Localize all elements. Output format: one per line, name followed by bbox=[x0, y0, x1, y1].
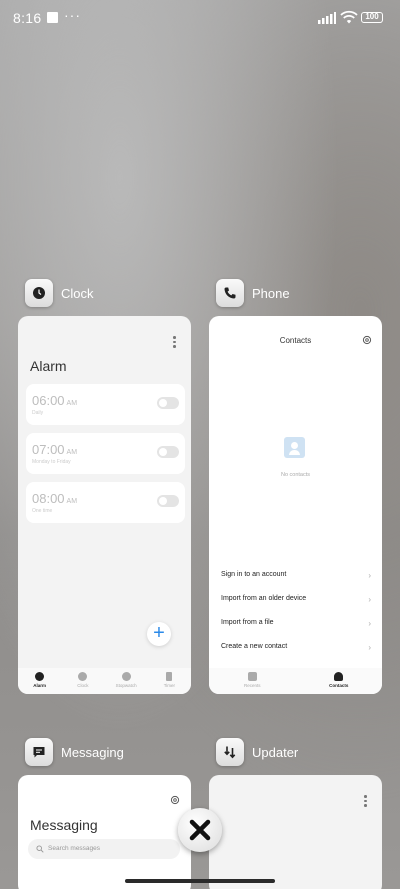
clear-all-button[interactable] bbox=[178, 808, 222, 852]
alarm-item[interactable]: 06:00 AM Daily bbox=[26, 384, 185, 425]
tab-label: Clock bbox=[77, 683, 89, 688]
search-icon bbox=[36, 845, 44, 853]
updater-app-icon bbox=[216, 738, 244, 766]
alarm-ampm: AM bbox=[66, 400, 78, 407]
option-import-file[interactable]: Import from a file › bbox=[221, 619, 371, 633]
more-options-icon[interactable] bbox=[364, 795, 368, 809]
settings-gear-icon[interactable] bbox=[170, 795, 180, 805]
messaging-title: Messaging bbox=[30, 817, 98, 833]
option-label: Import from an older device bbox=[221, 595, 307, 602]
clock-app-icon bbox=[25, 279, 53, 307]
alarm-repeat: One time bbox=[32, 508, 53, 514]
option-label: Create a new contact bbox=[221, 643, 288, 650]
alarm-item[interactable]: 07:00 AM Monday to Friday bbox=[26, 433, 185, 474]
option-import-older-device[interactable]: Import from an older device › bbox=[221, 595, 371, 609]
phone-handset-icon bbox=[247, 672, 257, 681]
person-icon bbox=[334, 672, 344, 681]
tab-label: Alarm bbox=[33, 683, 46, 688]
chevron-right-icon: › bbox=[368, 619, 371, 628]
close-icon bbox=[189, 819, 211, 841]
alarm-toggle[interactable] bbox=[157, 446, 179, 458]
app-header-updater[interactable]: Updater bbox=[216, 737, 298, 767]
no-contacts-text: No contacts bbox=[280, 472, 311, 478]
tab-clock[interactable]: Clock bbox=[61, 668, 104, 694]
status-time: 8:16 bbox=[13, 10, 42, 26]
app-name: Clock bbox=[61, 285, 94, 301]
app-name: Messaging bbox=[61, 744, 124, 760]
more-options-icon[interactable] bbox=[173, 336, 177, 350]
chevron-right-icon: › bbox=[368, 643, 371, 652]
signal-icon bbox=[318, 12, 336, 24]
app-header-clock[interactable]: Clock bbox=[25, 278, 94, 308]
messaging-app-card[interactable]: Messaging Search messages bbox=[18, 775, 191, 889]
notification-square-icon bbox=[47, 12, 58, 23]
alarm-title: Alarm bbox=[30, 358, 67, 374]
tab-label: Contacts bbox=[329, 683, 349, 688]
tab-recents[interactable]: Recents bbox=[209, 668, 296, 694]
search-placeholder: Search messages bbox=[48, 845, 101, 852]
tab-timer[interactable]: Timer bbox=[148, 668, 191, 694]
battery-icon: 100 bbox=[361, 12, 383, 23]
alarm-time: 06:00 bbox=[32, 393, 65, 408]
add-alarm-button[interactable]: + bbox=[147, 622, 171, 646]
app-header-phone[interactable]: Phone bbox=[216, 278, 290, 308]
alarm-repeat: Monday to Friday bbox=[32, 459, 71, 465]
alarm-time: 07:00 bbox=[32, 442, 65, 457]
option-create-contact[interactable]: Create a new contact › bbox=[221, 643, 371, 657]
settings-gear-icon[interactable] bbox=[362, 335, 372, 345]
hourglass-icon bbox=[166, 672, 173, 681]
phone-app-card[interactable]: Contacts No contacts Sign in to an accou… bbox=[209, 316, 382, 694]
contacts-title: Contacts bbox=[279, 336, 312, 345]
tab-label: Recents bbox=[243, 683, 261, 688]
option-label: Sign in to an account bbox=[221, 571, 287, 578]
search-messages-input[interactable]: Search messages bbox=[28, 839, 180, 859]
alarm-icon bbox=[35, 672, 45, 681]
alarm-toggle[interactable] bbox=[157, 495, 179, 507]
more-notifications-icon: ··· bbox=[64, 7, 81, 23]
phone-tab-bar: Recents Contacts bbox=[209, 668, 382, 694]
wifi-icon bbox=[340, 10, 358, 24]
alarm-time: 08:00 bbox=[32, 491, 65, 506]
stopwatch-icon bbox=[121, 672, 131, 681]
alarm-item[interactable]: 08:00 AM One time bbox=[26, 482, 185, 523]
clock-tab-bar: Alarm Clock Stopwatch Timer bbox=[18, 668, 191, 694]
phone-app-icon bbox=[216, 279, 244, 307]
alarm-ampm: AM bbox=[66, 498, 78, 505]
app-name: Phone bbox=[252, 285, 290, 301]
tab-alarm[interactable]: Alarm bbox=[18, 668, 61, 694]
app-header-messaging[interactable]: Messaging bbox=[25, 737, 124, 767]
tab-stopwatch[interactable]: Stopwatch bbox=[105, 668, 148, 694]
option-sign-in[interactable]: Sign in to an account › bbox=[221, 571, 371, 585]
clock-icon bbox=[78, 672, 88, 681]
chevron-right-icon: › bbox=[368, 595, 371, 604]
tab-label: Stopwatch bbox=[115, 683, 137, 688]
home-indicator[interactable] bbox=[125, 879, 275, 883]
alarm-toggle[interactable] bbox=[157, 397, 179, 409]
messaging-app-icon bbox=[25, 738, 53, 766]
status-bar: 8:16 ··· 100 bbox=[0, 0, 400, 36]
tab-contacts[interactable]: Contacts bbox=[296, 668, 383, 694]
clock-app-card[interactable]: Alarm 06:00 AM Daily 07:00 AM Monday to Fr… bbox=[18, 316, 191, 694]
updater-app-card[interactable] bbox=[209, 775, 382, 889]
contact-placeholder-icon bbox=[284, 437, 305, 458]
option-label: Import from a file bbox=[221, 619, 274, 626]
chevron-right-icon: › bbox=[368, 571, 371, 580]
alarm-repeat: Daily bbox=[32, 410, 44, 416]
app-name: Updater bbox=[252, 744, 299, 760]
alarm-ampm: AM bbox=[66, 449, 78, 456]
tab-label: Timer bbox=[163, 683, 176, 688]
